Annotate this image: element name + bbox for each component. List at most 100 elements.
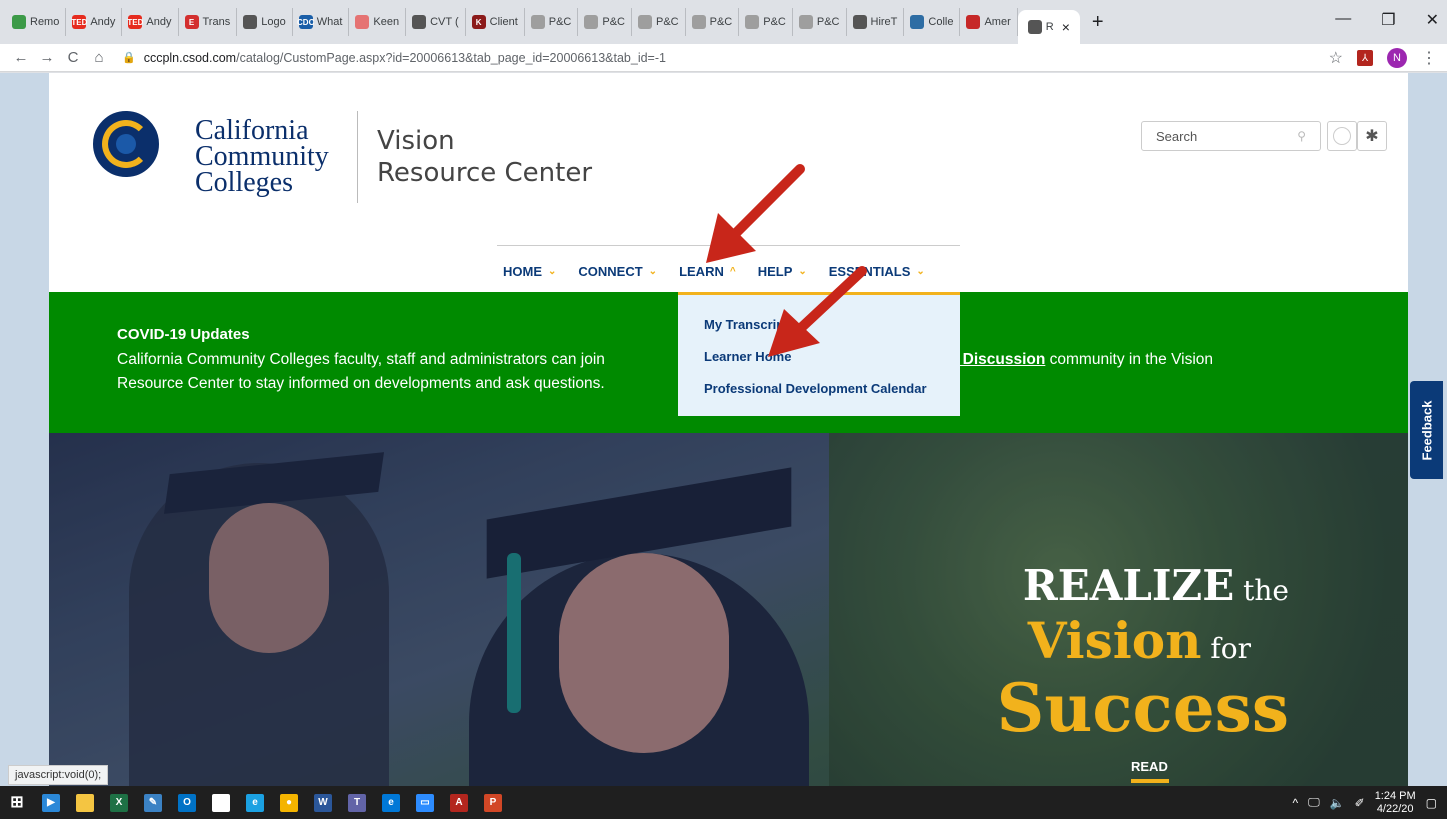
tab-label: P&C (816, 16, 840, 28)
hero-read-link[interactable]: READ (1131, 759, 1168, 774)
home-button[interactable]: ⌂ (86, 49, 112, 66)
edge-icon[interactable]: e (374, 786, 408, 819)
nav-connect[interactable]: CONNECT ⌄ (564, 256, 665, 286)
search-input[interactable]: Search ⚲ (1141, 121, 1321, 151)
tab-label: Amer (984, 16, 1011, 28)
teams-icon[interactable]: T (340, 786, 374, 819)
gear-icon[interactable]: ✱ (1357, 121, 1387, 151)
ccc-logo-text[interactable]: California Community Colleges (195, 117, 329, 197)
store-icon[interactable]: 🛍 (204, 786, 238, 819)
profile-avatar[interactable]: N (1387, 48, 1407, 68)
browser-tab[interactable]: Remo (6, 8, 67, 36)
excel-icon[interactable]: X (102, 786, 136, 819)
browser-tab[interactable]: P&C (632, 8, 686, 36)
browser-tab[interactable]: P&C (793, 8, 847, 36)
browser-menu-icon[interactable]: ⋮ (1421, 48, 1437, 68)
network-icon[interactable]: 🖵 (1308, 795, 1320, 810)
clock-time: 1:24 PM (1374, 789, 1416, 802)
pen-icon[interactable]: ✐ (1355, 796, 1365, 810)
windows-start-icon[interactable]: ⊞ (0, 786, 34, 819)
browser-tab[interactable]: P&C (578, 8, 632, 36)
browser-tab[interactable]: Keen (349, 8, 407, 36)
product-name-line-1: Vision (377, 126, 455, 156)
media-player-icon[interactable]: ▶ (34, 786, 68, 819)
volume-icon[interactable]: 🔈 (1330, 796, 1345, 810)
browser-tab[interactable]: CVT ( (406, 8, 466, 36)
tab-favicon-icon (798, 15, 813, 29)
clock[interactable]: 1:24 PM 4/22/20 (1375, 790, 1416, 816)
browser-tab[interactable]: Colle (904, 8, 961, 36)
covid-text-line2: Resource Center to stay informed on deve… (117, 375, 605, 392)
chrome-icon[interactable]: ● (272, 786, 306, 819)
pen-app-icon[interactable]: ✎ (136, 786, 170, 819)
zoom-icon[interactable]: ▭ (408, 786, 442, 819)
tab-label: Trans (202, 16, 231, 28)
search-placeholder: Search (1156, 128, 1198, 144)
forward-button[interactable]: → (34, 49, 60, 66)
acrobat-extension-icon[interactable]: ⅄ (1357, 50, 1373, 66)
chevron-down-icon: ⌄ (548, 265, 557, 277)
url-field[interactable]: 🔒 cccpln.csod.com/catalog/CustomPage.asp… (122, 51, 666, 65)
product-name-line-2: Resource Center (377, 158, 593, 188)
browser-tab[interactable]: E Trans (179, 8, 238, 36)
active-tab[interactable]: R × (1017, 10, 1080, 44)
minimize-button[interactable]: — (1335, 10, 1351, 30)
product-name: Vision Resource Center (377, 125, 592, 189)
tab-favicon-icon (584, 15, 599, 29)
browser-tab[interactable]: Amer (960, 8, 1018, 36)
outlook-icon-glyph: O (178, 793, 196, 812)
browser-tab[interactable]: K Client (466, 8, 525, 36)
ccc-logo[interactable] (93, 111, 159, 177)
close-tab-icon[interactable]: × (1062, 19, 1070, 35)
tab-label: Andy (90, 16, 116, 28)
browser-tab[interactable]: HireT (847, 8, 905, 36)
back-button[interactable]: ← (8, 49, 34, 66)
browser-tab[interactable]: P&C (739, 8, 793, 36)
annotation-arrow-lower (768, 266, 867, 357)
hero-read-underline (1131, 779, 1169, 783)
tab-label: CVT ( (430, 16, 459, 28)
acrobat-icon[interactable]: A (442, 786, 476, 819)
active-tab-label: R (1045, 21, 1054, 33)
tab-label: Keen (373, 16, 400, 28)
hero-line-2: Vision for (989, 614, 1289, 676)
nav-home[interactable]: HOME ⌄ (495, 256, 564, 286)
file-explorer-icon[interactable] (68, 786, 102, 819)
pen-app-icon-glyph: ✎ (144, 793, 162, 812)
user-menu-button[interactable] (1327, 121, 1357, 151)
powerpoint-icon[interactable]: P (476, 786, 510, 819)
ie-icon[interactable]: e (238, 786, 272, 819)
tab-label: Remo (30, 16, 60, 28)
tab-favicon-icon: TED (71, 15, 87, 29)
acrobat-icon-glyph: A (450, 793, 468, 812)
browser-tab[interactable]: TED Andy (122, 8, 179, 36)
word-icon-glyph: W (314, 793, 332, 812)
tab-favicon-icon: TED (127, 15, 143, 29)
browser-tab[interactable]: P&C (686, 8, 740, 36)
browser-tab[interactable]: Logo (237, 8, 293, 36)
menu-item-pd-calendar[interactable]: Professional Development Calendar (704, 381, 960, 413)
browser-tab[interactable]: TED Andy (66, 8, 123, 36)
zoom-icon-glyph: ▭ (416, 793, 434, 812)
close-window-button[interactable]: ✕ (1426, 10, 1439, 30)
status-bar: javascript:void(0); (8, 765, 109, 785)
reload-button[interactable]: C (60, 49, 86, 66)
tab-favicon-icon (243, 15, 258, 29)
feedback-tab[interactable]: Feedback (1410, 381, 1443, 479)
maximize-button[interactable]: ❐ (1381, 10, 1395, 30)
word-icon[interactable]: W (306, 786, 340, 819)
edge-icon-glyph: e (382, 793, 400, 812)
search-icon[interactable]: ⚲ (1297, 129, 1306, 143)
notifications-icon[interactable]: ▢ (1426, 796, 1437, 810)
new-tab-button[interactable]: + (1092, 11, 1104, 34)
browser-tab[interactable]: CDC What (293, 8, 350, 36)
browser-tab[interactable]: P&C (525, 8, 579, 36)
tray-chevron-icon[interactable]: ^ (1292, 796, 1298, 810)
covid-text-end: community in the Vision (1045, 351, 1214, 368)
bookmark-star-icon[interactable]: ☆ (1329, 48, 1343, 68)
address-bar: ← → C ⌂ 🔒 cccpln.csod.com/catalog/Custom… (0, 44, 1447, 72)
outlook-icon[interactable]: O (170, 786, 204, 819)
tab-favicon-icon: CDC (297, 15, 314, 29)
user-icon (1333, 127, 1351, 145)
media-player-icon-glyph: ▶ (42, 793, 60, 812)
